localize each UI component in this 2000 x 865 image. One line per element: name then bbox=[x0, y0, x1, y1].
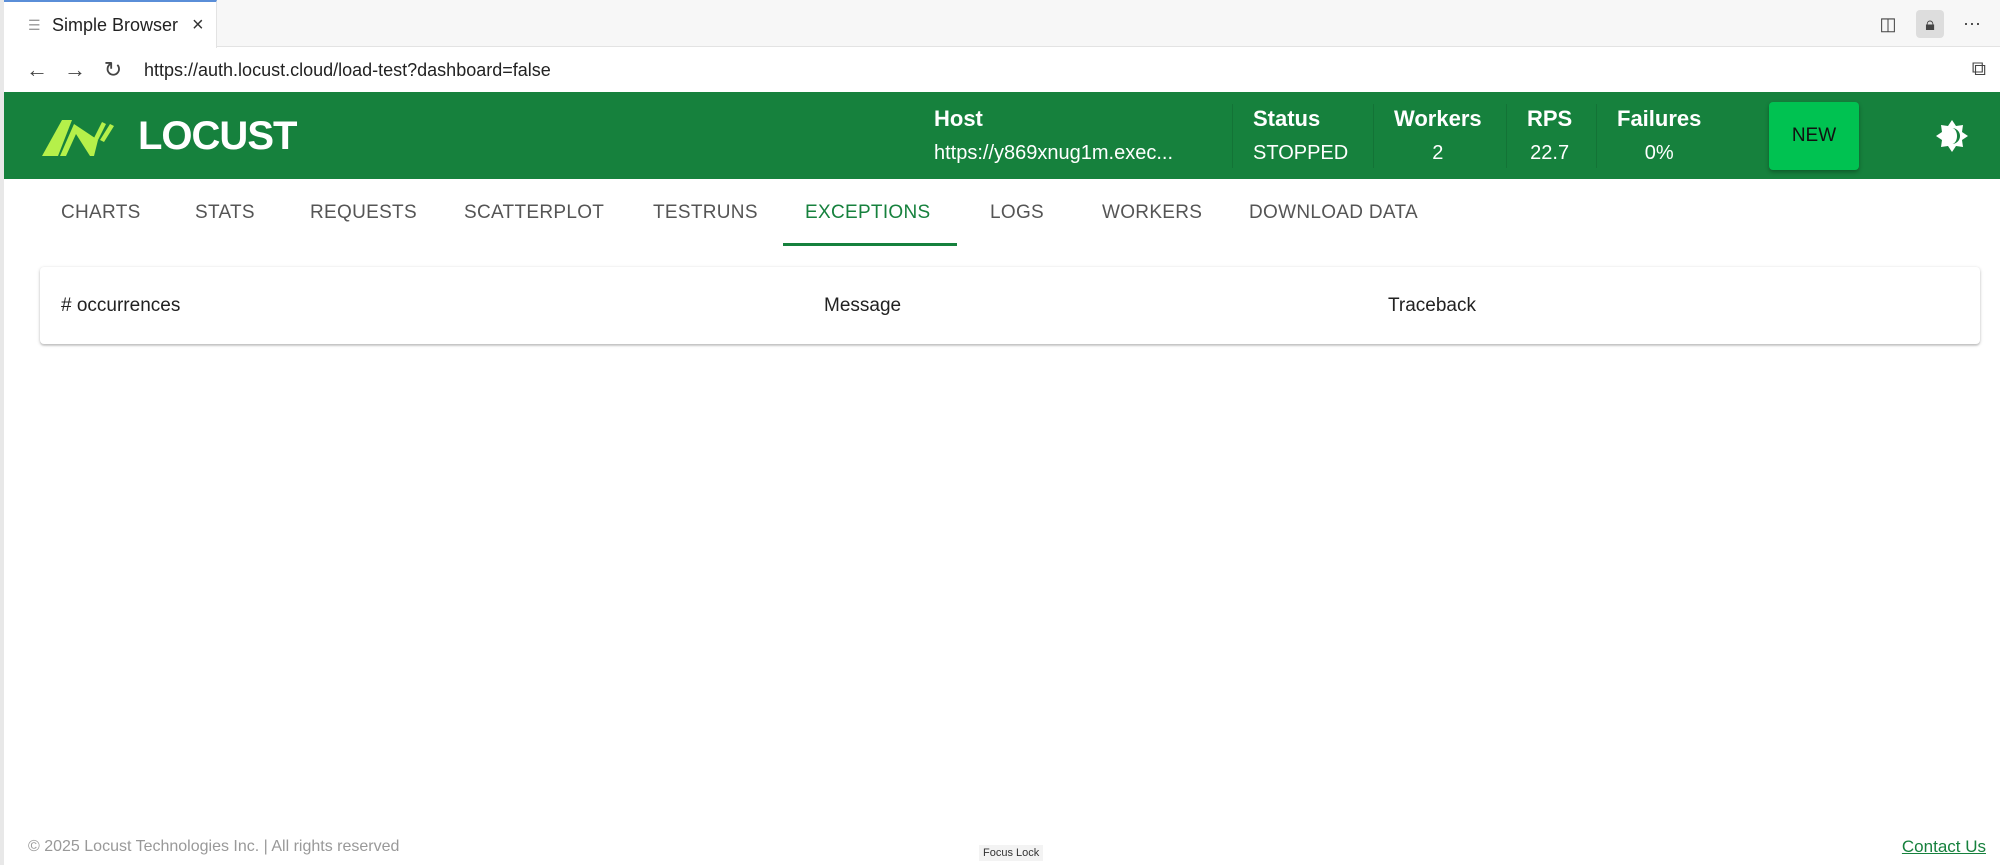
stat-value: 22.7 bbox=[1530, 142, 1570, 164]
split-editor-icon[interactable]: ◫ bbox=[1874, 10, 1902, 38]
stat-value: 0% bbox=[1644, 142, 1674, 164]
stat-value: https://y869xnug1m.exec... bbox=[934, 142, 1174, 164]
close-icon[interactable]: × bbox=[192, 14, 204, 37]
focus-lock-badge: Focus Lock bbox=[979, 845, 1044, 861]
open-external-icon[interactable]: ⧉ bbox=[1972, 58, 1986, 81]
browser-tab-bar: ☰ Simple Browser × ◫ 🔒︎ ⋯ bbox=[4, 0, 2000, 48]
stat-workers: Workers 2 bbox=[1373, 104, 1502, 168]
app-header: LOCUST Host https://y869xnug1m.exec... S… bbox=[4, 92, 2000, 179]
tab-testruns[interactable]: TESTRUNS bbox=[653, 202, 758, 224]
logo-text: LOCUST bbox=[138, 114, 297, 158]
stat-label: RPS bbox=[1527, 106, 1573, 131]
tab-workers[interactable]: WORKERS bbox=[1102, 202, 1202, 224]
nav-tabs: CHARTS STATS REQUESTS SCATTERPLOT TESTRU… bbox=[4, 190, 2000, 246]
locust-logo[interactable]: LOCUST bbox=[40, 114, 297, 159]
locust-logo-icon bbox=[42, 119, 114, 156]
stat-label: Failures bbox=[1617, 106, 1702, 131]
tab-scatterplot[interactable]: SCATTERPLOT bbox=[464, 202, 604, 224]
new-test-button[interactable]: NEW bbox=[1769, 102, 1859, 170]
tab-title: Simple Browser bbox=[52, 14, 179, 35]
tab-charts[interactable]: CHARTS bbox=[61, 202, 141, 224]
active-tab-indicator bbox=[783, 243, 957, 246]
url-input[interactable]: https://auth.locust.cloud/load-test?dash… bbox=[144, 60, 551, 81]
tab-exceptions[interactable]: EXCEPTIONS bbox=[805, 202, 930, 224]
forward-icon[interactable]: → bbox=[64, 57, 86, 83]
tab-download-data[interactable]: DOWNLOAD DATA bbox=[1249, 202, 1418, 224]
tab-requests[interactable]: REQUESTS bbox=[310, 202, 417, 224]
back-icon[interactable]: ← bbox=[26, 57, 48, 83]
column-header-message[interactable]: Message bbox=[824, 295, 901, 317]
stat-failures: Failures 0% bbox=[1596, 104, 1721, 168]
url-bar: ← → ↻ https://auth.locust.cloud/load-tes… bbox=[4, 48, 2000, 92]
browser-tab[interactable]: ☰ Simple Browser × bbox=[4, 0, 217, 48]
reload-icon[interactable]: ↻ bbox=[102, 57, 124, 83]
column-header-occurrences[interactable]: # occurrences bbox=[61, 295, 180, 317]
theme-toggle-icon[interactable] bbox=[1934, 118, 1970, 154]
stat-host: Host https://y869xnug1m.exec... bbox=[914, 104, 1193, 168]
stat-value: 2 bbox=[1432, 142, 1444, 164]
stat-value: STOPPED bbox=[1253, 142, 1349, 164]
more-icon[interactable]: ⋯ bbox=[1958, 10, 1986, 38]
tab-stats[interactable]: STATS bbox=[195, 202, 255, 224]
column-header-traceback[interactable]: Traceback bbox=[1388, 295, 1476, 317]
stat-label: Status bbox=[1253, 106, 1321, 131]
lock-icon[interactable]: 🔒︎ bbox=[1916, 10, 1944, 38]
stat-rps: RPS 22.7 bbox=[1506, 104, 1592, 168]
stat-label: Workers bbox=[1394, 106, 1482, 131]
contact-us-link[interactable]: Contact Us bbox=[1902, 837, 1986, 857]
exceptions-table: # occurrences Message Traceback bbox=[40, 267, 1980, 344]
tab-logs[interactable]: LOGS bbox=[990, 202, 1044, 224]
copyright-text: © 2025 Locust Technologies Inc. | All ri… bbox=[28, 838, 400, 855]
document-icon: ☰ bbox=[28, 16, 41, 33]
stat-label: Host bbox=[934, 106, 983, 131]
stat-status: Status STOPPED bbox=[1232, 104, 1368, 168]
